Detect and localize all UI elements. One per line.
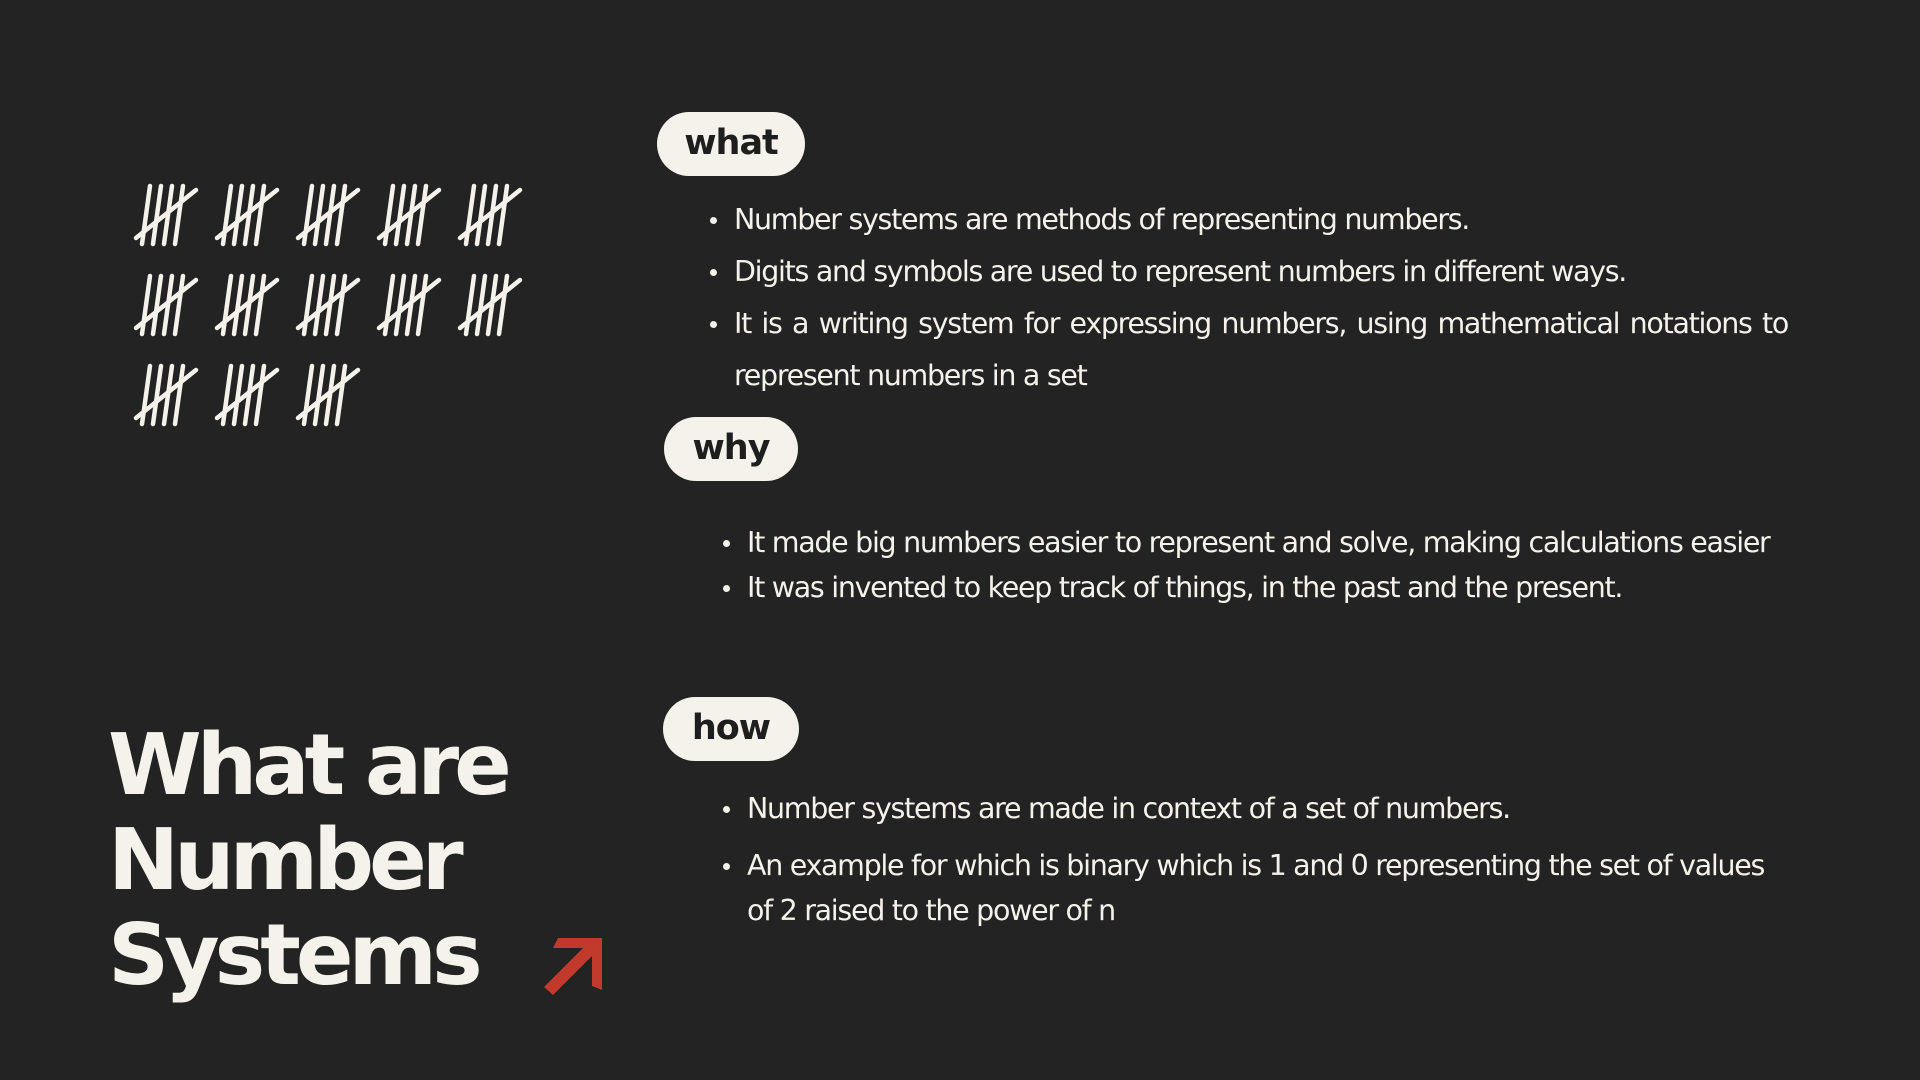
title-line-3: Systems xyxy=(108,906,483,1005)
tally-stroke xyxy=(301,183,315,247)
tally-stroke xyxy=(253,363,267,427)
tally-stroke xyxy=(334,183,348,247)
tally-stroke xyxy=(312,183,326,247)
tally-stroke xyxy=(334,363,348,427)
tally-stroke xyxy=(415,183,429,247)
tally-stroke xyxy=(312,273,326,337)
tally-stroke xyxy=(474,273,488,337)
list-item: An example for which is binary which is … xyxy=(723,843,1783,933)
tally-stroke xyxy=(382,273,396,337)
tally-stroke xyxy=(139,363,153,427)
slide: What are Number Systems what Number syst… xyxy=(0,0,1920,1080)
section-pill-what: what xyxy=(657,112,805,176)
section-pill-how: how xyxy=(663,697,799,761)
tally-stroke xyxy=(150,273,164,337)
tally-stroke xyxy=(393,183,407,247)
title-line-1: What are xyxy=(108,716,512,815)
list-item: It was invented to keep track of things,… xyxy=(723,565,1783,610)
how-bullet-list: Number systems are made in context of a … xyxy=(723,786,1783,933)
tally-stroke xyxy=(220,363,234,427)
tally-stroke xyxy=(474,183,488,247)
tally-stroke xyxy=(301,363,315,427)
tally-stroke xyxy=(220,273,234,337)
tally-marks-icon xyxy=(133,183,523,427)
tally-stroke xyxy=(231,273,245,337)
tally-stroke xyxy=(463,183,477,247)
list-item: Number systems are methods of representi… xyxy=(710,194,1788,246)
tally-stroke xyxy=(393,273,407,337)
tally-stroke xyxy=(172,183,186,247)
tally-stroke xyxy=(415,273,429,337)
tally-stroke xyxy=(172,363,186,427)
tally-stroke xyxy=(150,363,164,427)
tally-stroke xyxy=(334,273,348,337)
tally-stroke xyxy=(139,183,153,247)
tally-stroke xyxy=(139,273,153,337)
page-title: What are Number Systems xyxy=(108,716,512,1005)
list-item: It is a writing system for expressing nu… xyxy=(710,298,1789,402)
tally-stroke xyxy=(253,183,267,247)
title-line-2: Number xyxy=(108,811,464,910)
tally-stroke xyxy=(312,363,326,427)
tally-stroke xyxy=(231,183,245,247)
tally-stroke xyxy=(231,363,245,427)
tally-stroke xyxy=(253,273,267,337)
what-bullet-list: Number systems are methods of representi… xyxy=(710,194,1789,402)
tally-stroke xyxy=(301,273,315,337)
tally-stroke xyxy=(220,183,234,247)
list-item: Number systems are made in context of a … xyxy=(723,786,1783,831)
list-item: It made big numbers easier to represent … xyxy=(723,520,1783,565)
tally-stroke xyxy=(496,273,510,337)
why-bullet-list: It made big numbers easier to represent … xyxy=(723,520,1783,610)
tally-stroke xyxy=(496,183,510,247)
tally-stroke xyxy=(150,183,164,247)
tally-stroke xyxy=(172,273,186,337)
arrow-up-right-icon xyxy=(544,938,602,995)
tally-stroke xyxy=(463,273,477,337)
tally-stroke xyxy=(382,183,396,247)
section-pill-why: why xyxy=(664,417,798,481)
list-item: Digits and symbols are used to represent… xyxy=(710,246,1788,298)
